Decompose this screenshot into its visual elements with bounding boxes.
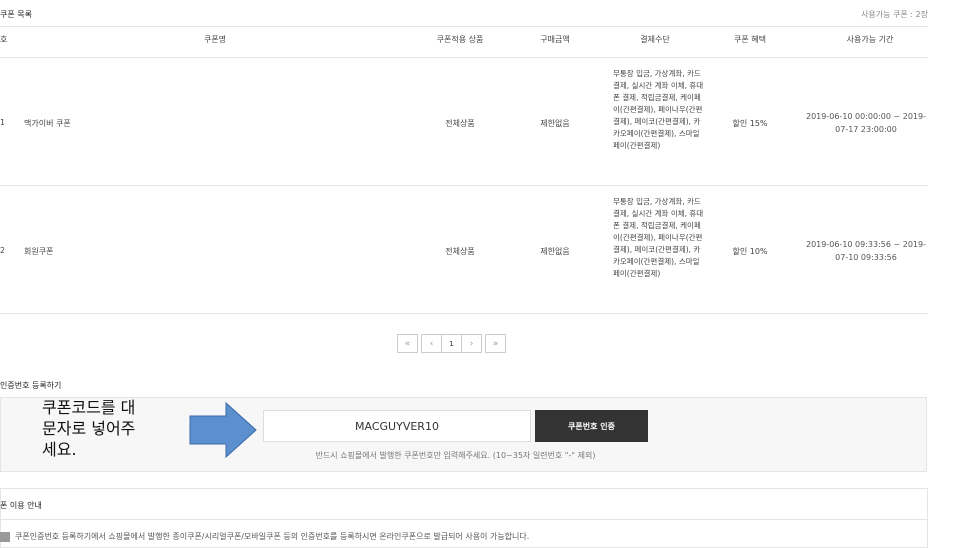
header-bottom-border: [0, 57, 928, 58]
annotation-arrow-icon: [189, 401, 257, 459]
register-section-title: 인증번호 등록하기: [0, 381, 62, 390]
table-bottom-border: [0, 313, 928, 314]
row-divider: [0, 185, 928, 186]
applied-product: 전체상품: [445, 247, 475, 256]
purchase-amount: 제한없음: [540, 119, 570, 128]
coupon-name: 맥가이버 쿠폰: [24, 119, 71, 128]
usage-period-end: 07-10 09:33:56: [835, 253, 897, 262]
usage-period-start: 2019-06-10 09:33:56 ~ 2019-: [806, 240, 926, 249]
callout-line: 쿠폰코드를 대: [42, 398, 136, 417]
annotation-callout: 쿠폰코드를 대 문자로 넣어주 세요.: [42, 397, 162, 460]
header-applied-product: 쿠폰적용 상품: [436, 35, 484, 44]
coupon-code-note: 반드시 쇼핑몰에서 발행한 쿠폰번호만 입력해주세요. (10~35자 일련번호…: [315, 451, 596, 460]
info-icon: [0, 532, 10, 542]
usage-period-start: 2019-06-10 00:00:00 ~ 2019-: [806, 112, 926, 121]
header-coupon-name: 쿠폰명: [203, 35, 227, 44]
page-1-button[interactable]: 1: [441, 334, 462, 353]
payment-methods: 무통장 입금, 가상계좌, 카드 결제, 실시간 계좌 이체, 휴대폰 결제, …: [613, 197, 704, 278]
callout-line: 세요.: [42, 440, 77, 459]
header-usage-period: 사용가능 기간: [846, 35, 894, 44]
table-top-border: [0, 26, 928, 27]
usage-period: 2019-06-10 00:00:00 ~ 2019- 07-17 23:00:…: [796, 110, 936, 136]
purchase-amount: 제한없음: [540, 247, 570, 256]
header-payment-method: 결제수단: [640, 35, 670, 44]
header-purchase-amount: 구매금액: [540, 35, 570, 44]
available-coupon-count: 사용가능 쿠폰 : 2장: [861, 10, 928, 19]
row-number: 1: [0, 118, 4, 127]
payment-methods: 무통장 입금, 가상계좌, 카드 결제, 실시간 계좌 이체, 휴대폰 결제, …: [613, 69, 704, 150]
prev-page-button[interactable]: ‹: [421, 334, 442, 353]
header-coupon-benefit: 쿠폰 혜택: [734, 35, 766, 44]
coupon-benefit: 할인 10%: [732, 247, 768, 256]
row-number: 2: [0, 246, 4, 255]
coupon-code-input[interactable]: MACGUYVER10: [263, 410, 531, 442]
first-page-button[interactable]: «: [397, 334, 418, 353]
usage-period-end: 07-17 23:00:00: [835, 125, 897, 134]
callout-line: 문자로 넣어주: [42, 419, 136, 438]
coupon-guide-text: 쿠폰인증번호 등록하기에서 쇼핑몰에서 발행한 종이쿠폰/시리얼쿠폰/모바일쿠폰…: [15, 532, 530, 541]
guide-divider: [0, 519, 927, 520]
applied-product: 전체상품: [445, 119, 475, 128]
last-page-button[interactable]: »: [485, 334, 506, 353]
coupon-list-title: 쿠폰 목록: [0, 10, 32, 19]
header-no: 호: [0, 35, 8, 44]
next-page-button[interactable]: ›: [461, 334, 482, 353]
coupon-guide-title: 폰 이용 안내: [0, 501, 42, 510]
usage-period: 2019-06-10 09:33:56 ~ 2019- 07-10 09:33:…: [796, 238, 936, 264]
coupon-name: 회원쿠폰: [24, 247, 54, 256]
pagination: « ‹ 1 › »: [397, 334, 506, 353]
coupon-benefit: 할인 15%: [732, 119, 768, 128]
verify-coupon-button[interactable]: 쿠폰번호 인증: [535, 410, 648, 442]
